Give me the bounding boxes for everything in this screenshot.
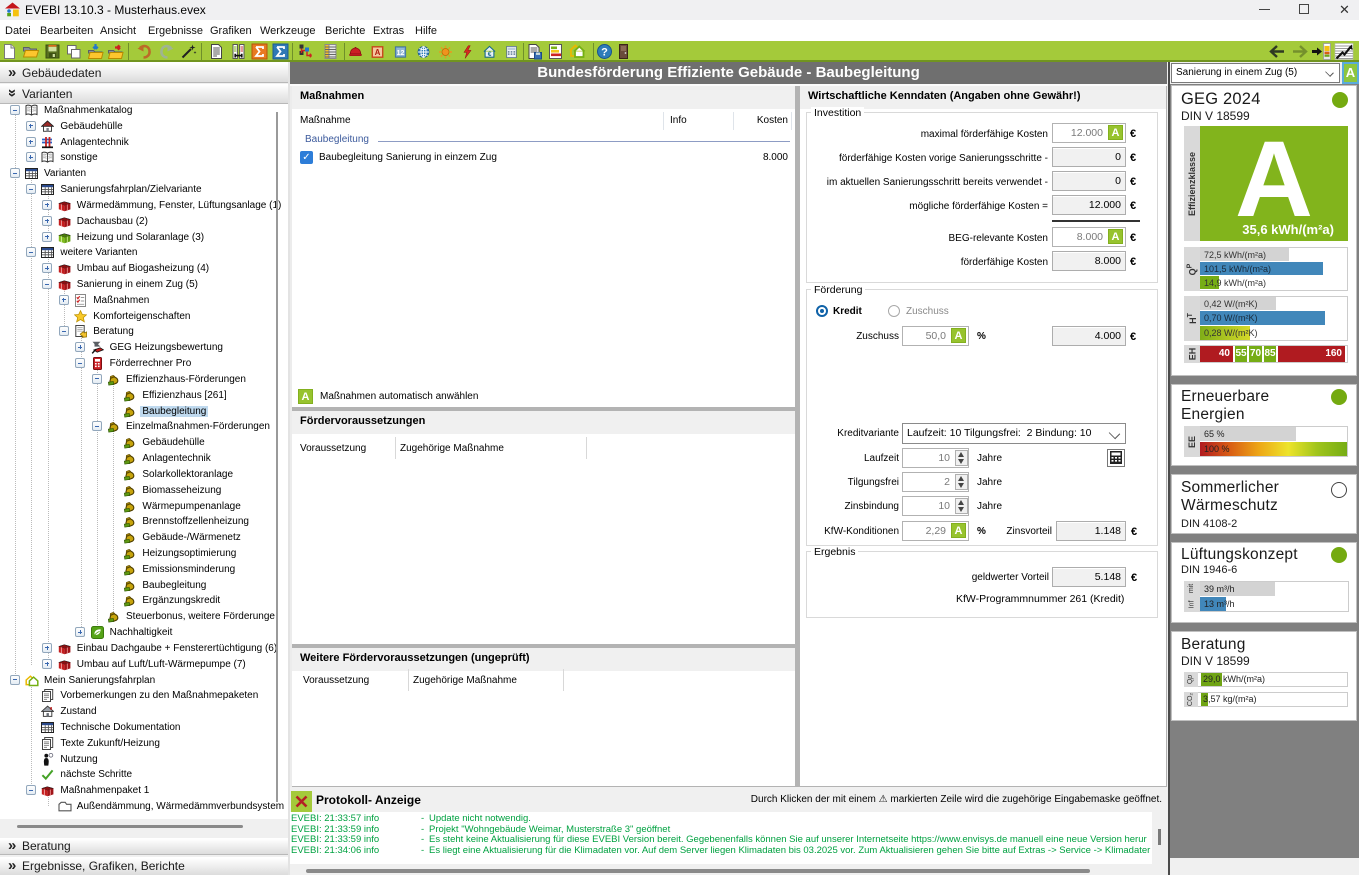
svg-text:12: 12 [397,48,405,57]
svg-text:€: € [488,51,492,58]
svg-text:?: ? [601,47,608,59]
svg-text:A: A [375,48,381,57]
